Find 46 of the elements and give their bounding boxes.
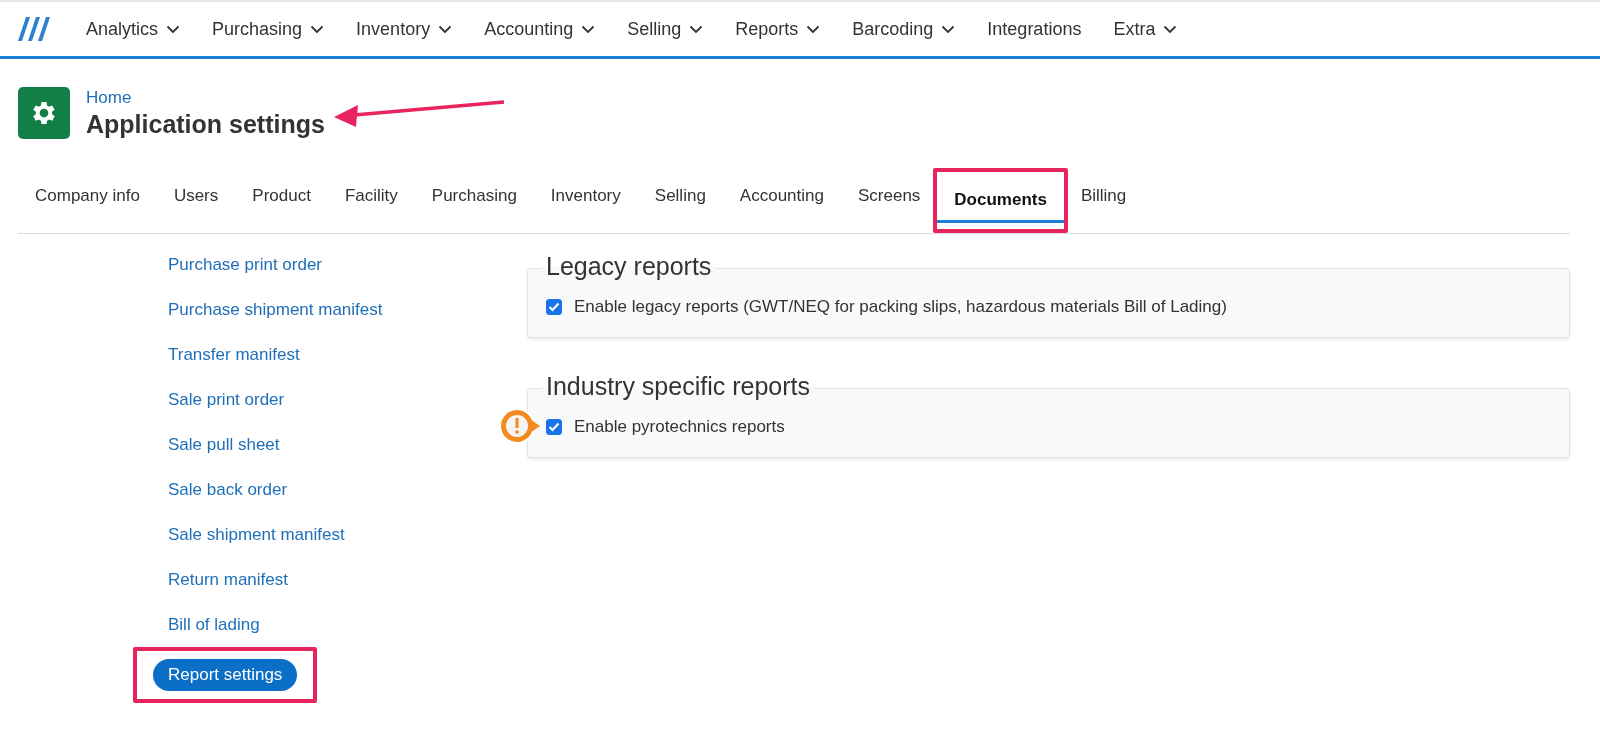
settings-tab[interactable]: Users: [156, 174, 236, 219]
sidebar-link[interactable]: Transfer manifest: [153, 341, 315, 369]
sidebar-link[interactable]: Bill of lading: [153, 611, 275, 639]
chevron-down-icon: [806, 24, 821, 34]
chevron-down-icon: [1163, 24, 1178, 34]
settings-tab[interactable]: Company info: [18, 174, 157, 219]
nav-menu-item[interactable]: Inventory: [340, 9, 469, 49]
chevron-down-icon: [941, 24, 956, 34]
sidebar-link[interactable]: Sale print order: [153, 386, 300, 414]
breadcrumb-link[interactable]: Home: [86, 87, 132, 108]
nav-menu-item[interactable]: Accounting: [468, 9, 612, 49]
chevron-down-icon: [581, 24, 596, 34]
checkbox-label: Enable pyrotechnics reports: [574, 417, 785, 437]
sidebar-link[interactable]: Sale back order: [153, 476, 303, 504]
sidebar-link[interactable]: Purchase print order: [153, 251, 338, 279]
nav-menu-item[interactable]: Selling: [611, 9, 720, 49]
settings-tab[interactable]: Purchasing: [414, 174, 534, 219]
settings-tab[interactable]: Billing: [1063, 174, 1144, 219]
sidebar-link[interactable]: Sale shipment manifest: [153, 521, 360, 549]
chevron-down-icon: [166, 24, 181, 34]
selected-sidebar-item[interactable]: Report settings: [153, 659, 298, 691]
chevron-down-icon: [438, 24, 453, 34]
nav-menu-item[interactable]: Extra: [1097, 9, 1194, 49]
nav-menu-item[interactable]: Purchasing: [196, 9, 341, 49]
chevron-down-icon: [689, 24, 704, 34]
page-title: Application settings: [86, 109, 325, 139]
settings-icon: [18, 87, 70, 139]
checkbox[interactable]: [546, 419, 562, 435]
settings-tab[interactable]: Accounting: [722, 174, 841, 219]
settings-tab[interactable]: Product: [235, 174, 328, 219]
settings-tab[interactable]: Documents: [937, 178, 1064, 223]
settings-tab[interactable]: Inventory: [533, 174, 638, 219]
nav-menu-item[interactable]: Analytics: [70, 9, 197, 49]
checkbox-label: Enable legacy reports (GWT/NEQ for packing slips, hazardous materials Bill of Lading): [574, 297, 1227, 317]
sidebar-link[interactable]: Purchase shipment manifest: [153, 296, 398, 324]
settings-tab[interactable]: Facility: [327, 174, 415, 219]
logo-icon[interactable]: [18, 17, 52, 41]
sidebar-link[interactable]: Sale pull sheet: [153, 431, 295, 459]
checkbox[interactable]: [546, 299, 562, 315]
settings-tab[interactable]: Screens: [840, 174, 938, 219]
chevron-down-icon: [310, 24, 325, 34]
nav-menu-item[interactable]: Reports: [719, 9, 837, 49]
nav-menu-item[interactable]: Integrations: [971, 9, 1098, 49]
nav-menu-item[interactable]: Barcoding: [836, 9, 972, 49]
sidebar-link[interactable]: Return manifest: [153, 566, 303, 594]
settings-tab[interactable]: Selling: [637, 174, 723, 219]
